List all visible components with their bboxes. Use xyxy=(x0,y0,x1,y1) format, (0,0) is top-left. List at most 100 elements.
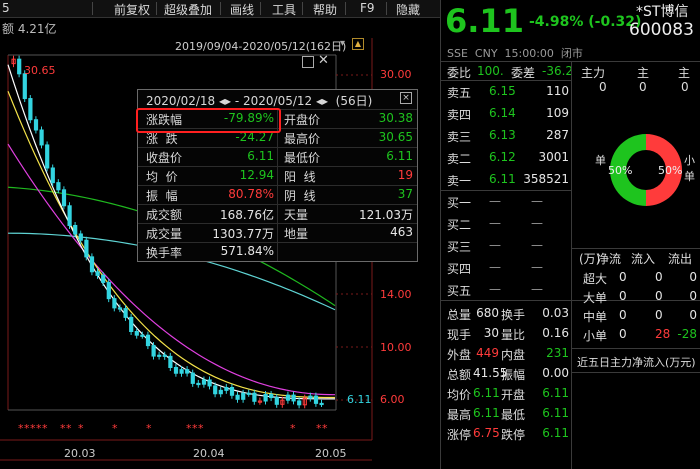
stat-value-2: 463 xyxy=(390,225,413,239)
quote-stat-row: 外盘 449 内盘 231 xyxy=(441,346,571,364)
sell-level[interactable]: 卖一 6.11 358521 xyxy=(441,172,571,190)
quote-stat-value: 6.11 xyxy=(473,386,500,400)
x-tick-2005: 20.05 xyxy=(315,447,347,460)
buy-price-dashes: — xyxy=(489,260,501,274)
candle-body xyxy=(101,274,106,283)
stock-code: 600083 xyxy=(629,20,694,40)
quote-stat-label: 外盘 xyxy=(447,348,472,362)
signal-star-icon: * xyxy=(146,422,152,435)
sell-price: 6.15 xyxy=(489,84,516,98)
stat-value-2: 30.65 xyxy=(378,130,413,144)
candle-body xyxy=(134,331,139,336)
flow-header-2: 主 xyxy=(637,66,650,80)
candle-body xyxy=(89,256,95,273)
restore-icon[interactable] xyxy=(302,56,314,68)
flow-row-net: 0 xyxy=(619,327,627,341)
stat-value: 571.84% xyxy=(220,244,274,258)
flow-header-main: 主力 xyxy=(581,66,606,80)
candle-body xyxy=(241,392,246,400)
quote-stat-row: 总额 41.55 振幅 0.00 xyxy=(441,366,571,384)
quote-stat-value: 6.75 xyxy=(473,426,500,440)
sell-level[interactable]: 卖五 6.15 110 xyxy=(441,84,571,102)
stat-label: 成交额 xyxy=(146,208,183,222)
ratio-value: 100. xyxy=(477,64,504,78)
stat-value: 80.78% xyxy=(228,187,274,201)
candle-body xyxy=(263,393,268,402)
flow-row-in: 0 xyxy=(655,308,663,322)
candle-body xyxy=(173,366,179,374)
flow-row-out: 0 xyxy=(689,289,697,303)
quote-stat-label: 涨停 xyxy=(447,428,472,442)
buy-price-dashes: — xyxy=(489,194,501,208)
signal-star-icon: * xyxy=(42,422,48,435)
sell-price: 6.11 xyxy=(489,172,516,186)
sell-label: 卖五 xyxy=(447,86,472,100)
flow-row-net: 0 xyxy=(619,289,627,303)
sell-price: 6.12 xyxy=(489,150,516,164)
quote-stat-value-2: 0.00 xyxy=(542,366,569,380)
interval-header: 2020/02/18 ◂▸ - 2020/05/12 ◂▸ (56日) xyxy=(146,94,373,108)
market-meta: SSE CNY 15:00:00 闭市 xyxy=(447,47,583,60)
candle-body xyxy=(229,387,235,396)
close-icon[interactable]: × xyxy=(400,92,412,104)
sell-volume: 3001 xyxy=(538,150,569,164)
candle-body xyxy=(168,355,173,368)
close-range-icon[interactable]: ✕ xyxy=(318,53,329,68)
chevron-down-icon[interactable]: ▾ xyxy=(340,38,345,49)
sell-level[interactable]: 卖三 6.13 287 xyxy=(441,128,571,146)
stat-value: 168.76亿 xyxy=(220,208,274,222)
stat-label: 成交量 xyxy=(146,227,183,241)
buy-level[interactable]: 买三 — — xyxy=(441,238,571,256)
candle-body xyxy=(123,308,128,318)
stat-label-2: 地量 xyxy=(284,227,309,241)
buy-volume-dashes: — xyxy=(531,216,543,230)
stat-label-2: 最高价 xyxy=(284,132,321,146)
quote-stat-value: 30 xyxy=(483,326,499,340)
candle-body xyxy=(297,400,302,406)
quote-stat-label-2: 跌停 xyxy=(501,428,526,442)
candle-body xyxy=(73,224,78,235)
flow-value-main: 0 xyxy=(599,80,607,94)
stat-label-2: 最低价 xyxy=(284,151,321,165)
date-range-label: 2019/09/04-2020/05/12(162日) xyxy=(175,40,347,53)
flow-value-3: 0 xyxy=(681,80,689,94)
sell-label: 卖四 xyxy=(447,108,472,122)
diff-value: -36.2 xyxy=(542,64,574,78)
lock-icon[interactable]: ▲ xyxy=(352,38,364,50)
flow-row-in: 0 xyxy=(655,270,663,284)
quote-stat-row: 均价 6.11 开盘 6.11 xyxy=(441,386,571,404)
pie-right-pct: 50% xyxy=(658,164,683,177)
candle-body xyxy=(207,379,212,387)
buy-price-dashes: — xyxy=(489,238,501,252)
candle-body xyxy=(291,394,296,402)
candle-body xyxy=(213,385,218,395)
candle-body xyxy=(218,389,223,395)
sell-level[interactable]: 卖二 6.12 3001 xyxy=(441,150,571,168)
buy-level[interactable]: 买五 — — xyxy=(441,282,571,300)
buy-level[interactable]: 买二 — — xyxy=(441,216,571,234)
price-high-label: 30.65 xyxy=(24,64,56,77)
candle-body xyxy=(308,395,313,399)
quote-stat-value-2: 0.16 xyxy=(542,326,569,340)
flow-row: 超大 0 0 0 xyxy=(571,270,700,288)
candle-body xyxy=(224,387,229,391)
candle-body xyxy=(235,394,240,400)
flow-row-label: 中单 xyxy=(583,310,608,324)
quote-stat-value-2: 6.11 xyxy=(542,386,569,400)
buy-level[interactable]: 买一 — — xyxy=(441,194,571,212)
sell-level[interactable]: 卖四 6.14 109 xyxy=(441,106,571,124)
candle-body xyxy=(252,392,257,402)
buy-level[interactable]: 买四 — — xyxy=(441,260,571,278)
quote-stat-label-2: 开盘 xyxy=(501,388,526,402)
stat-label-2: 开盘价 xyxy=(284,113,321,127)
stat-label-2: 阳 线 xyxy=(284,170,316,184)
quote-panel: 6.11 -4.98% (-0.32) *ST博信 600083 SSE CNY… xyxy=(440,0,700,469)
buy-label: 买五 xyxy=(447,284,472,298)
candle-body xyxy=(196,382,201,386)
flow-row-out: 0 xyxy=(689,308,697,322)
candle-body xyxy=(140,334,145,337)
candle-body xyxy=(145,334,151,347)
candle-body xyxy=(246,392,251,395)
candle-body xyxy=(84,239,89,258)
stat-label: 收盘价 xyxy=(146,151,183,165)
